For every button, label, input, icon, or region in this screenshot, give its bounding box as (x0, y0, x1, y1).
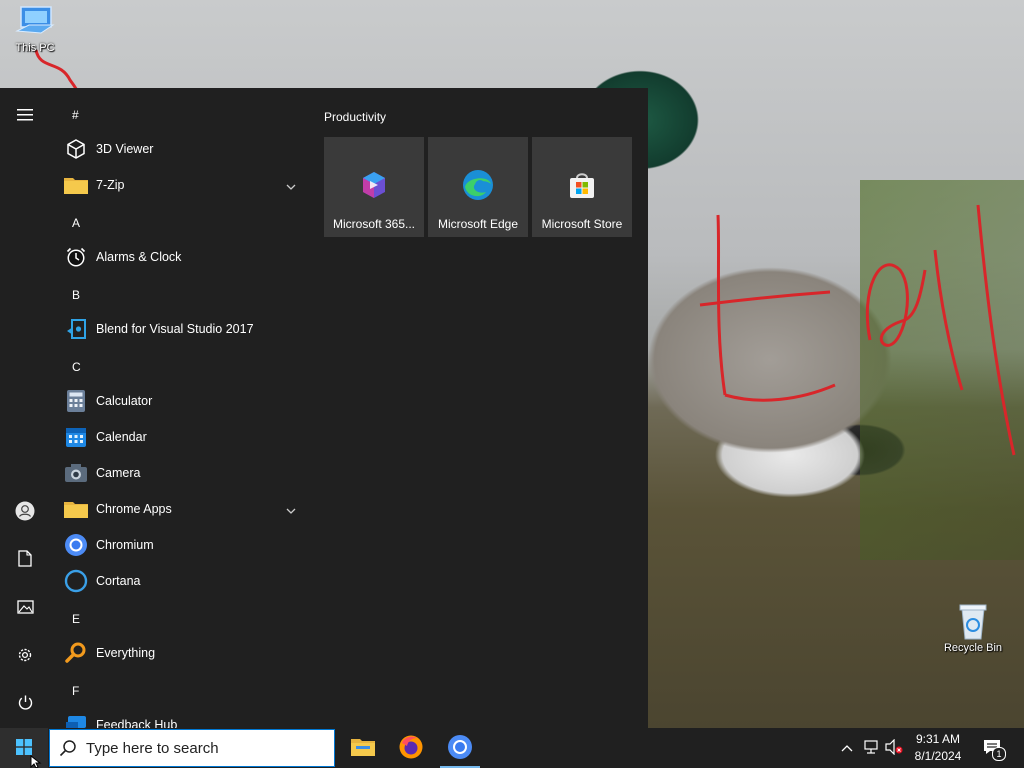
section-letter[interactable]: # (72, 108, 79, 122)
clock-time: 9:31 AM (915, 732, 961, 746)
user-account-button[interactable] (0, 490, 50, 534)
pictures-icon (16, 599, 34, 617)
settings-button[interactable] (0, 634, 50, 678)
notification-icon: 1 (983, 739, 1006, 761)
recycle-bin-icon (951, 602, 995, 640)
app-label: Alarms & Clock (96, 250, 182, 264)
network-icon (862, 739, 880, 758)
alarm-clock-icon (64, 245, 88, 269)
gear-icon (16, 646, 34, 667)
desktop-icon-label: Recycle Bin (943, 642, 1003, 654)
app-label: Calculator (96, 394, 153, 408)
power-button[interactable] (0, 682, 50, 726)
app-label: Everything (96, 646, 156, 660)
volume-button[interactable] (883, 728, 905, 768)
section-letter[interactable]: E (72, 612, 80, 626)
search-icon (50, 739, 86, 757)
documents-button[interactable] (0, 538, 50, 582)
volume-muted-icon (884, 738, 904, 758)
calculator-icon (64, 389, 88, 413)
app-label: Chromium (96, 538, 154, 552)
section-letter[interactable]: B (72, 288, 80, 302)
microsoft-365-icon (356, 167, 392, 203)
desktop-icon-this-pc[interactable]: This PC (0, 2, 70, 54)
tile-group-title[interactable]: Productivity (324, 110, 386, 124)
section-letter[interactable]: F (72, 684, 79, 698)
cortana-icon (64, 569, 88, 593)
app-label: Camera (96, 466, 141, 480)
expand-menu-button[interactable] (0, 94, 50, 138)
app-list: # 3D Viewer 7-Zip A Alarms & Clock B Ble… (50, 88, 312, 728)
app-chrome-apps[interactable]: Chrome Apps (50, 491, 308, 527)
taskbar-clock[interactable]: 9:31 AM 8/1/2024 (906, 731, 970, 765)
app-feedback-hub[interactable]: Feedback Hub (50, 707, 308, 728)
desktop-icon-label: This PC (15, 42, 55, 54)
computer-icon (13, 2, 57, 40)
firefox-icon (398, 734, 424, 763)
edge-icon (460, 167, 496, 203)
show-hidden-icons-button[interactable] (838, 728, 856, 768)
section-letter[interactable]: A (72, 216, 80, 230)
tile-microsoft-edge[interactable]: Microsoft Edge (428, 137, 528, 237)
notification-count-badge: 1 (992, 747, 1006, 761)
app-cortana[interactable]: Cortana (50, 563, 308, 599)
app-alarms-clock[interactable]: Alarms & Clock (50, 239, 308, 275)
tile-microsoft-365[interactable]: Microsoft 365... (324, 137, 424, 237)
tile-microsoft-store[interactable]: Microsoft Store (532, 137, 632, 237)
hamburger-icon (17, 108, 33, 124)
3d-viewer-icon (64, 137, 88, 161)
app-7-zip[interactable]: 7-Zip (50, 167, 308, 203)
app-label: Cortana (96, 574, 141, 588)
taskbar-chromium[interactable] (436, 728, 484, 768)
app-blend-visual-studio[interactable]: Blend for Visual Studio 2017 (50, 311, 308, 347)
blend-icon (64, 317, 88, 341)
app-label: Calendar (96, 430, 147, 444)
app-calculator[interactable]: Calculator (50, 383, 308, 419)
search-magnifier-icon (64, 641, 88, 665)
app-label: Chrome Apps (96, 502, 172, 516)
taskbar: 9:31 AM 8/1/2024 1 (0, 728, 1024, 768)
search-input[interactable] (86, 739, 316, 757)
chromium-icon (447, 734, 473, 763)
network-button[interactable] (860, 728, 882, 768)
tile-label: Microsoft Edge (437, 217, 519, 231)
start-rail (0, 88, 50, 728)
notifications-button[interactable]: 1 (976, 728, 1010, 768)
taskbar-file-explorer[interactable] (339, 728, 387, 768)
document-icon (18, 550, 32, 570)
clock-date: 8/1/2024 (914, 749, 962, 763)
calendar-icon (64, 425, 88, 449)
chevron-down-icon[interactable] (286, 503, 296, 517)
store-icon (564, 167, 600, 203)
start-menu: # 3D Viewer 7-Zip A Alarms & Clock B Ble… (0, 88, 648, 728)
chromium-icon (64, 533, 88, 557)
app-3d-viewer[interactable]: 3D Viewer (50, 131, 308, 167)
taskbar-firefox[interactable] (387, 728, 435, 768)
user-icon (15, 501, 35, 524)
app-camera[interactable]: Camera (50, 455, 308, 491)
app-calendar[interactable]: Calendar (50, 419, 308, 455)
tile-label: Microsoft Store (541, 217, 623, 231)
feedback-icon (64, 713, 88, 728)
section-letter[interactable]: C (72, 360, 81, 374)
pictures-button[interactable] (0, 586, 50, 630)
taskbar-search-box[interactable] (49, 729, 335, 767)
folder-icon (64, 497, 88, 521)
tile-label: Microsoft 365... (332, 217, 416, 231)
chevron-down-icon[interactable] (286, 179, 296, 193)
chevron-up-icon (841, 741, 853, 755)
camera-icon (64, 461, 88, 485)
mouse-cursor-icon (30, 754, 42, 768)
app-label: 3D Viewer (96, 142, 154, 156)
desktop-icon-recycle-bin[interactable]: Recycle Bin (938, 602, 1008, 654)
app-chromium[interactable]: Chromium (50, 527, 308, 563)
app-label: Blend for Visual Studio 2017 (96, 322, 254, 336)
folder-icon (351, 737, 375, 760)
folder-icon (64, 173, 88, 197)
app-everything[interactable]: Everything (50, 635, 308, 671)
app-label: Feedback Hub (96, 718, 178, 728)
power-icon (17, 694, 34, 714)
app-label: 7-Zip (96, 178, 125, 192)
